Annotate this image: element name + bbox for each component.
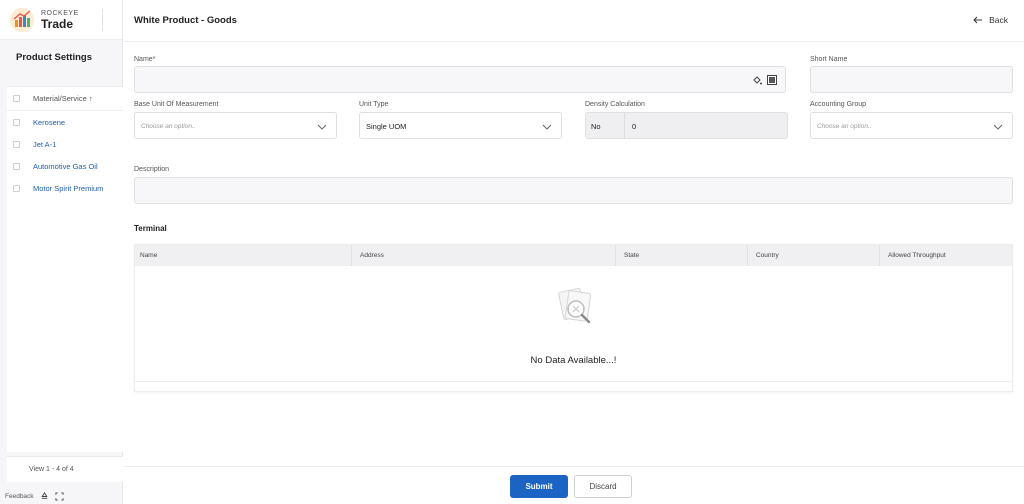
brand-logo-icon bbox=[9, 7, 35, 33]
column-header-material[interactable]: Material/Service ↑ bbox=[33, 94, 93, 103]
list-item-label[interactable]: Kerosene bbox=[33, 118, 65, 127]
accounting-group-label: Accounting Group bbox=[810, 101, 867, 108]
column-header-address[interactable]: Address bbox=[360, 252, 384, 259]
sidebar-title: Product Settings bbox=[16, 52, 93, 63]
back-label: Back bbox=[989, 15, 1008, 25]
column-divider bbox=[747, 245, 748, 266]
column-header-name[interactable]: Name bbox=[140, 252, 157, 259]
base-uom-placeholder: Choose an option.. bbox=[141, 123, 196, 130]
column-header-allowed-throughput[interactable]: Allowed Throughput bbox=[888, 252, 946, 259]
density-value: 0 bbox=[632, 122, 637, 131]
density-field: No 0 bbox=[585, 112, 788, 139]
column-header-state[interactable]: State bbox=[624, 252, 639, 259]
name-field[interactable] bbox=[134, 66, 786, 93]
table-header: Name Address State Country Allowed Throu… bbox=[135, 245, 1012, 266]
list-item-label[interactable]: Automotive Gas Oil bbox=[33, 162, 98, 171]
row-checkbox[interactable] bbox=[13, 184, 20, 192]
list-item-label[interactable]: Jet A-1 bbox=[33, 140, 56, 149]
unit-type-value: Single UOM bbox=[366, 122, 407, 131]
chevron-down-icon bbox=[542, 123, 552, 132]
row-checkbox[interactable] bbox=[13, 140, 20, 148]
name-label: Name* bbox=[134, 56, 156, 63]
product-list: Material/Service ↑ Kerosene Jet A-1 Auto… bbox=[7, 86, 123, 199]
action-bar: Submit Discard bbox=[124, 466, 1024, 504]
base-uom-label: Base Unit Of Measurement bbox=[134, 101, 219, 108]
select-all-checkbox[interactable] bbox=[13, 95, 20, 102]
description-field[interactable] bbox=[134, 177, 1013, 204]
base-uom-select[interactable]: Choose an option.. bbox=[134, 112, 337, 139]
empty-state: No Data Available...! bbox=[135, 266, 1012, 381]
list-pagination: View 1 - 4 of 4 bbox=[7, 456, 123, 482]
page-header: White Product - Goods bbox=[124, 0, 1024, 42]
row-checkbox[interactable] bbox=[13, 162, 20, 170]
short-name-label: Short Name bbox=[810, 56, 848, 63]
discard-button[interactable]: Discard bbox=[574, 475, 632, 498]
chevron-down-icon bbox=[993, 123, 1003, 132]
list-item[interactable]: Kerosene bbox=[7, 111, 123, 133]
column-header-country[interactable]: Country bbox=[756, 252, 779, 259]
list-header[interactable]: Material/Service ↑ bbox=[7, 87, 123, 111]
accounting-group-placeholder: Choose an option.. bbox=[817, 123, 872, 130]
brand-name: Trade bbox=[41, 16, 74, 31]
feedback-link[interactable]: Feedback bbox=[5, 493, 34, 500]
brand-small: ROCKEYE bbox=[41, 9, 79, 17]
description-label: Description bbox=[134, 166, 170, 173]
short-name-field[interactable] bbox=[810, 66, 1013, 93]
list-item[interactable]: Automotive Gas Oil bbox=[7, 155, 123, 177]
unit-type-label: Unit Type bbox=[359, 101, 389, 108]
table-footer bbox=[135, 381, 1012, 382]
terminal-table: Name Address State Country Allowed Throu… bbox=[134, 244, 1013, 392]
page-title: White Product - Goods bbox=[134, 15, 237, 26]
list-item[interactable]: Jet A-1 bbox=[7, 133, 123, 155]
density-label: Density Calculation bbox=[585, 101, 645, 108]
color-swatch-icon[interactable] bbox=[767, 75, 777, 87]
chevron-down-icon bbox=[317, 123, 327, 132]
list-empty-area bbox=[7, 196, 123, 452]
unit-type-select[interactable]: Single UOM bbox=[359, 112, 562, 139]
back-button[interactable]: Back bbox=[973, 15, 1008, 25]
fullscreen-icon[interactable] bbox=[54, 492, 64, 501]
column-divider bbox=[879, 245, 880, 266]
row-checkbox[interactable] bbox=[13, 118, 20, 126]
column-divider bbox=[615, 245, 616, 266]
main-panel: White Product - Goods Back Name* Short N… bbox=[124, 0, 1024, 504]
density-flag: No bbox=[591, 122, 601, 131]
sidebar: ROCKEYE Trade Product Settings Material/… bbox=[0, 0, 123, 504]
density-divider bbox=[624, 113, 625, 138]
feedback-bar: Feedback bbox=[5, 492, 64, 501]
accounting-group-select[interactable]: Choose an option.. bbox=[810, 112, 1013, 139]
column-divider bbox=[351, 245, 352, 266]
arrow-left-icon bbox=[973, 16, 983, 24]
no-data-magnifier-icon bbox=[553, 284, 599, 332]
terminal-title: Terminal bbox=[134, 224, 167, 233]
recycle-icon[interactable] bbox=[40, 492, 49, 501]
empty-state-text: No Data Available...! bbox=[530, 355, 617, 366]
paint-bucket-icon[interactable] bbox=[752, 75, 763, 88]
list-item-label[interactable]: Motor Spirit Premium bbox=[33, 184, 103, 193]
logo-divider bbox=[102, 9, 103, 31]
submit-button[interactable]: Submit bbox=[510, 475, 568, 498]
logo-bar: ROCKEYE Trade bbox=[0, 0, 122, 40]
